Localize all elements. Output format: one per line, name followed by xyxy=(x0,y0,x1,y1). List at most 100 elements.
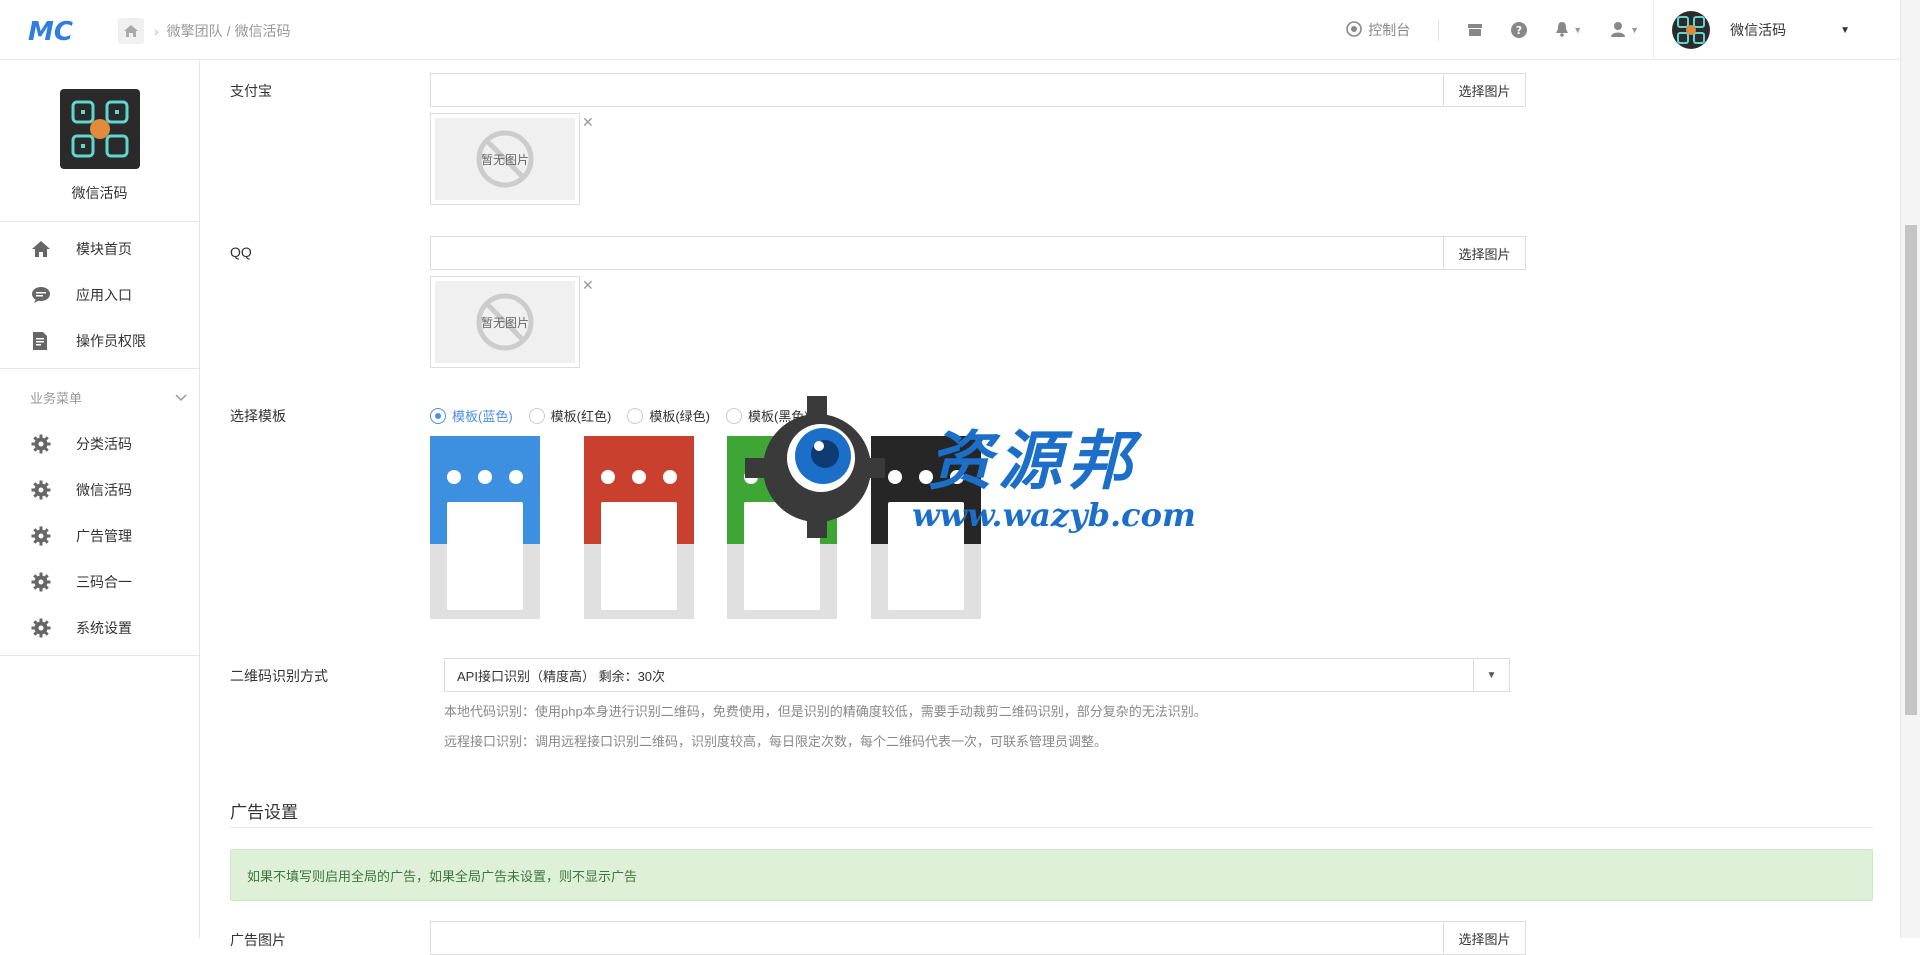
alipay-image-field: 选择图片 xyxy=(430,73,1526,107)
bell-icon xyxy=(1555,21,1569,40)
home-icon xyxy=(30,238,52,260)
caret-down-icon: ▼ xyxy=(1473,659,1509,691)
watermark-url: www.wazyb.com xyxy=(912,496,1196,534)
qq-image-field: 选择图片 xyxy=(430,236,1526,270)
alipay-label: 支付宝 xyxy=(230,83,272,99)
gear-icon xyxy=(30,525,52,547)
template-radio-group: 模板(蓝色) 模板(红色) 模板(绿色) 模板(黑色) xyxy=(430,406,825,425)
scrollbar[interactable] xyxy=(1900,0,1920,938)
remove-image-icon[interactable]: ✕ xyxy=(582,114,594,131)
store-icon[interactable] xyxy=(1453,0,1497,60)
template-radio-red[interactable]: 模板(红色) xyxy=(528,406,611,425)
no-image-text: 暂无图片 xyxy=(480,315,529,330)
gear-icon xyxy=(30,617,52,639)
ad-image-label: 广告图片 xyxy=(230,932,286,948)
radio-circle xyxy=(627,407,644,424)
brand-logo[interactable]: MC xyxy=(28,14,80,47)
notifications-button[interactable]: ▼ xyxy=(1541,0,1596,60)
sidebar-item-system-settings[interactable]: 系统设置 xyxy=(0,605,199,651)
breadcrumb-item[interactable]: 微擎团队 xyxy=(167,21,223,41)
chevron-right-icon: › xyxy=(154,23,159,39)
caret-down-icon: ▼ xyxy=(1630,25,1640,35)
radio-label: 模板(蓝色) xyxy=(452,409,513,424)
divider xyxy=(1438,19,1440,41)
app-logo xyxy=(59,89,140,169)
ad-image-input[interactable] xyxy=(431,922,1443,954)
sidebar-header: 微信活码 xyxy=(0,60,199,222)
watermark-title: 资源邦 xyxy=(928,424,1138,499)
template-radio-green[interactable]: 模板(绿色) xyxy=(627,406,710,425)
group-title: 业务菜单 xyxy=(30,390,83,406)
caret-down-icon: ▼ xyxy=(1840,24,1850,36)
qq-image-preview: 暂无图片 xyxy=(430,276,580,368)
sidebar-item-module-home[interactable]: 模块首页 xyxy=(0,226,199,272)
qq-image-input[interactable] xyxy=(431,237,1443,269)
caret-down-icon: ▼ xyxy=(1573,25,1583,35)
template-radio-black[interactable]: 模板(黑色) xyxy=(726,406,809,425)
qq-label: QQ xyxy=(230,244,252,260)
dashboard-icon xyxy=(1346,20,1363,40)
qr-method-select[interactable]: API接口识别（精度高） 剩余：30次 ▼ xyxy=(444,658,1510,692)
svg-text:?: ? xyxy=(1516,24,1522,37)
radio-circle xyxy=(430,407,446,424)
gear-icon xyxy=(30,571,52,593)
chevron-down-icon xyxy=(175,390,187,405)
alipay-image-input[interactable] xyxy=(431,74,1443,106)
breadcrumb: › 微擎团队 / 微信活码 xyxy=(118,18,291,44)
sidebar-item-label: 系统设置 xyxy=(76,620,132,636)
breadcrumb-item[interactable]: 微信活码 xyxy=(235,21,291,41)
sidebar-item-three-in-one[interactable]: 三码合一 xyxy=(0,559,199,605)
help-icon[interactable]: ? xyxy=(1497,0,1541,60)
sidebar-item-label: 三码合一 xyxy=(76,574,132,590)
gear-icon xyxy=(30,479,52,501)
app-title: 微信活码 xyxy=(71,185,128,201)
business-menu: 业务菜单 分类活码 微信活码 广告管理 三码合一 系统设置 xyxy=(0,369,199,656)
template-preview-blue[interactable] xyxy=(430,436,540,619)
user-menu[interactable]: 微信活码 ▼ xyxy=(1653,0,1900,60)
remove-image-icon[interactable]: ✕ xyxy=(582,277,594,294)
alipay-choose-image-button[interactable]: 选择图片 xyxy=(1443,74,1525,106)
sidebar-item-operator-permissions[interactable]: 操作员权限 xyxy=(0,318,199,364)
radio-circle xyxy=(528,407,545,424)
divider xyxy=(230,827,1873,828)
radio-circle xyxy=(726,407,743,424)
top-bar: MC › 微擎团队 / 微信活码 控制台 ? ▼ ▼ 微信活码 ▼ xyxy=(0,0,1900,60)
console-link[interactable]: 控制台 xyxy=(1332,0,1424,60)
ad-choose-image-button[interactable]: 选择图片 xyxy=(1443,922,1525,954)
gear-icon xyxy=(30,433,52,455)
sidebar-item-label: 微信活码 xyxy=(76,482,132,498)
sidebar-item-app-entry[interactable]: 应用入口 xyxy=(0,272,199,318)
edit-doc-icon xyxy=(30,330,52,352)
template-preview-green[interactable] xyxy=(727,436,837,619)
alipay-image-preview: 暂无图片 xyxy=(430,113,580,205)
sidebar-item-label: 操作员权限 xyxy=(76,333,146,349)
business-menu-toggle[interactable]: 业务菜单 xyxy=(0,373,199,421)
sidebar-top-menu: 模块首页 应用入口 操作员权限 xyxy=(0,222,199,369)
template-radio-blue[interactable]: 模板(蓝色) xyxy=(430,406,513,425)
console-label: 控制台 xyxy=(1368,22,1411,38)
ad-image-field: 选择图片 xyxy=(430,921,1526,955)
sidebar-item-label: 应用入口 xyxy=(76,287,132,303)
sidebar: 微信活码 模块首页 应用入口 操作员权限 业务菜单 分类活码 微信活码 广告管理… xyxy=(0,60,200,938)
user-name: 微信活码 xyxy=(1730,22,1787,38)
qr-method-value: API接口识别（精度高） 剩余：30次 xyxy=(457,668,666,684)
user-icon xyxy=(1610,21,1626,40)
template-preview-red[interactable] xyxy=(584,436,694,619)
ad-notice: 如果不填写则启用全局的广告，如果全局广告未设置，则不显示广告 xyxy=(230,849,1873,901)
sidebar-item-ad-management[interactable]: 广告管理 xyxy=(0,513,199,559)
sidebar-item-wechat-codes[interactable]: 微信活码 xyxy=(0,467,199,513)
radio-label: 模板(绿色) xyxy=(649,409,711,424)
breadcrumb-separator: / xyxy=(226,23,231,39)
radio-label: 模板(黑色) xyxy=(748,409,809,424)
sidebar-item-category-codes[interactable]: 分类活码 xyxy=(0,421,199,467)
home-icon[interactable] xyxy=(118,18,144,44)
chat-icon xyxy=(30,284,52,306)
help-text-local: 本地代码识别：使用php本身进行识别二维码，免费使用，但是识别的精确度较低，需要… xyxy=(444,704,1207,719)
scrollbar-thumb[interactable] xyxy=(1905,225,1917,715)
help-text-remote: 远程接口识别：调用远程接口识别二维码，识别度较高，每日限定次数，每个二维码代表一… xyxy=(444,734,1108,749)
svg-text:MC: MC xyxy=(28,17,73,46)
account-menu-button[interactable]: ▼ xyxy=(1596,0,1653,60)
qq-choose-image-button[interactable]: 选择图片 xyxy=(1443,237,1525,269)
sidebar-item-label: 模块首页 xyxy=(76,241,132,257)
qr-method-label: 二维码识别方式 xyxy=(230,668,328,684)
